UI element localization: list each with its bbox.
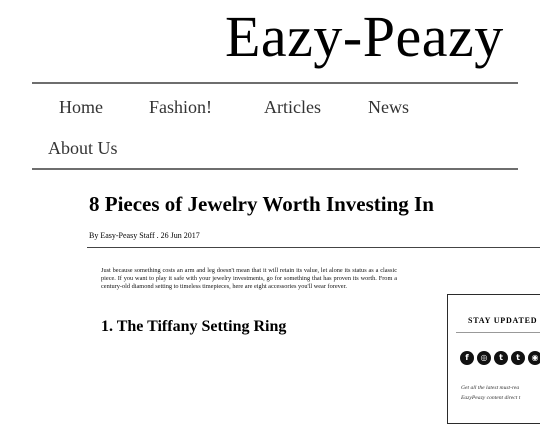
site-title[interactable]: Eazy-Peazy [225,3,504,71]
newsletter-blurb: Get all the latest must-rea EazyPeazy co… [461,383,540,403]
twitter-icon[interactable]: t [494,351,508,365]
stay-updated-heading: STAY UPDATED [468,316,538,325]
nav-item-articles[interactable]: Articles [264,96,321,118]
article-byline: By Easy-Peasy Staff . 26 Jun 2017 [89,231,200,241]
article-intro: Just because something costs an arm and … [101,267,397,290]
rss-icon[interactable]: ◉ [528,351,540,365]
article-title: 8 Pieces of Jewelry Worth Investing In [89,192,434,216]
byline-author-link[interactable]: Easy-Peasy Staff [100,231,154,240]
nav-item-about-us[interactable]: About Us [48,137,118,159]
nav-item-news[interactable]: News [368,96,409,118]
byline-prefix: By [89,231,101,240]
facebook-icon[interactable]: f [460,351,474,365]
section-heading: 1. The Tiffany Setting Ring [101,318,287,335]
byline-date: 26 Jun 2017 [160,231,200,240]
nav-item-fashion[interactable]: Fashion! [149,96,212,118]
tumblr-icon[interactable]: t [511,351,525,365]
nav-item-home[interactable]: Home [59,96,103,118]
blurb-line-2: EazyPeazy content direct t [461,395,521,401]
header-bottom-divider [32,168,518,170]
blurb-line-1: Get all the latest must-rea [461,385,520,391]
widget-heading-divider [456,332,540,333]
instagram-icon[interactable]: ◎ [477,351,491,365]
article-divider [87,247,540,248]
header-top-divider [32,82,518,84]
